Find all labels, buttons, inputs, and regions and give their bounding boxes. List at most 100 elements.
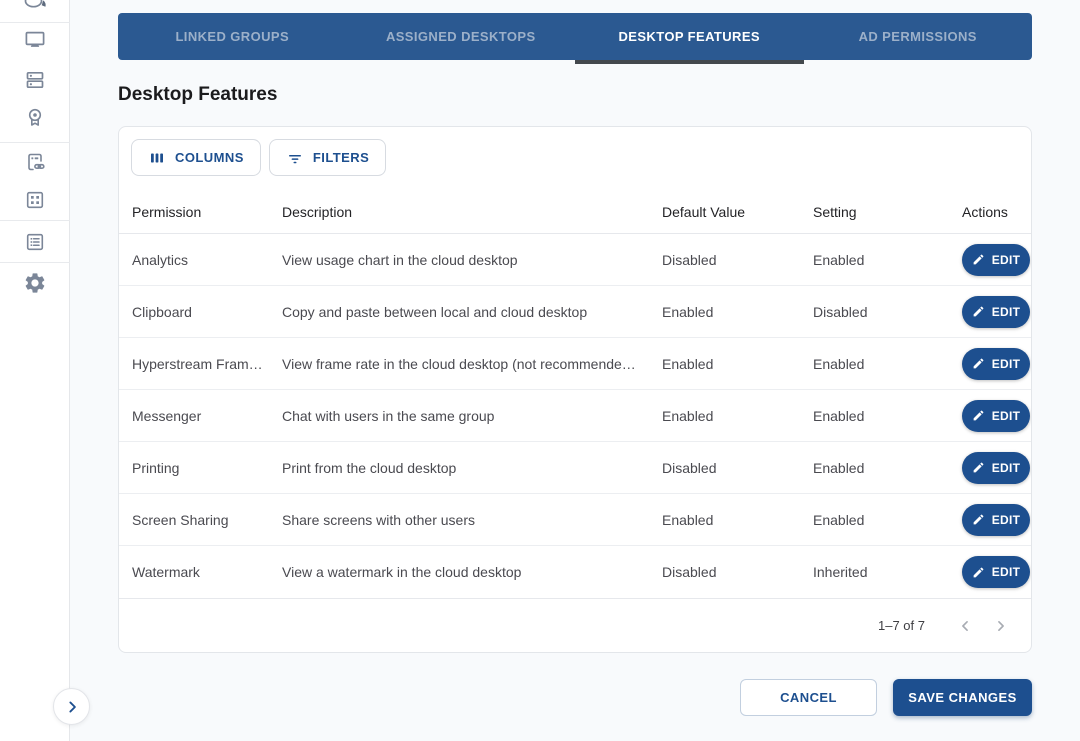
active-tab-indicator (575, 60, 804, 64)
table-row: Printing Print from the cloud desktop Di… (119, 442, 1031, 494)
cell-permission: Hyperstream Fram… (132, 356, 282, 372)
cell-permission: Printing (132, 460, 282, 476)
pencil-icon (972, 253, 985, 266)
tab-assigned-desktops[interactable]: ASSIGNED DESKTOPS (347, 13, 576, 60)
cell-setting: Inherited (813, 564, 962, 580)
cell-actions: EDIT (962, 296, 1031, 328)
list-icon[interactable] (23, 230, 47, 254)
column-header-permission[interactable]: Permission (132, 204, 282, 220)
cell-default-value: Disabled (662, 564, 813, 580)
cell-actions: EDIT (962, 452, 1031, 484)
pagination-prev-button[interactable] (947, 608, 983, 644)
cell-description: Print from the cloud desktop (282, 460, 662, 476)
filters-button[interactable]: FILTERS (269, 139, 386, 176)
edit-button-label: EDIT (992, 305, 1021, 319)
table-toolbar: COLUMNS FILTERS (119, 127, 1031, 190)
cell-description: Copy and paste between local and cloud d… (282, 304, 662, 320)
cell-setting: Enabled (813, 252, 962, 268)
table-row: Hyperstream Fram… View frame rate in the… (119, 338, 1031, 390)
cell-actions: EDIT (962, 400, 1031, 432)
footer-actions: CANCEL SAVE CHANGES (118, 679, 1032, 716)
sidebar-divider (0, 262, 70, 263)
columns-icon (148, 149, 166, 167)
cell-default-value: Disabled (662, 252, 813, 268)
tab-ad-permissions[interactable]: AD PERMISSIONS (804, 13, 1033, 60)
chevron-left-icon (955, 616, 975, 636)
cloud-icon[interactable] (23, 0, 47, 15)
edit-button-label: EDIT (992, 409, 1021, 423)
edit-button[interactable]: EDIT (962, 400, 1030, 432)
cell-actions: EDIT (962, 244, 1031, 276)
filter-icon (286, 149, 304, 167)
column-header-default-value[interactable]: Default Value (662, 204, 813, 220)
table-body: Analytics View usage chart in the cloud … (119, 234, 1031, 598)
table-row: Watermark View a watermark in the cloud … (119, 546, 1031, 598)
cell-description: View frame rate in the cloud desktop (no… (282, 356, 662, 372)
filters-button-label: FILTERS (313, 150, 369, 165)
sidebar-expand-button[interactable] (53, 688, 90, 725)
cell-description: View a watermark in the cloud desktop (282, 564, 662, 580)
table-header-row: Permission Description Default Value Set… (119, 190, 1031, 234)
settings-icon[interactable] (23, 271, 47, 295)
tab-linked-groups[interactable]: LINKED GROUPS (118, 13, 347, 60)
edit-button-label: EDIT (992, 461, 1021, 475)
grid-icon[interactable] (23, 188, 47, 212)
pagination-next-button[interactable] (983, 608, 1019, 644)
cell-description: Share screens with other users (282, 512, 662, 528)
cell-setting: Enabled (813, 460, 962, 476)
edit-button[interactable]: EDIT (962, 244, 1030, 276)
cell-setting: Enabled (813, 356, 962, 372)
edit-button[interactable]: EDIT (962, 348, 1030, 380)
columns-button[interactable]: COLUMNS (131, 139, 261, 176)
cell-setting: Enabled (813, 512, 962, 528)
table-row: Screen Sharing Share screens with other … (119, 494, 1031, 546)
table-row: Clipboard Copy and paste between local a… (119, 286, 1031, 338)
cell-description: View usage chart in the cloud desktop (282, 252, 662, 268)
cell-default-value: Enabled (662, 408, 813, 424)
column-header-description[interactable]: Description (282, 204, 662, 220)
pencil-icon (972, 409, 985, 422)
cell-permission: Watermark (132, 564, 282, 580)
edit-button-label: EDIT (992, 565, 1021, 579)
edit-button[interactable]: EDIT (962, 556, 1030, 588)
cell-permission: Analytics (132, 252, 282, 268)
cell-actions: EDIT (962, 348, 1031, 380)
desktop-icon[interactable] (23, 28, 47, 52)
table-pagination: 1–7 of 7 (119, 598, 1031, 652)
sidebar-divider (0, 22, 70, 23)
edit-button[interactable]: EDIT (962, 504, 1030, 536)
page-title: Desktop Features (118, 84, 1032, 106)
cell-default-value: Disabled (662, 460, 813, 476)
cell-permission: Clipboard (132, 304, 282, 320)
device-link-icon[interactable] (23, 150, 47, 174)
edit-button[interactable]: EDIT (962, 452, 1030, 484)
table-card: COLUMNS FILTERS Permission Description D… (118, 126, 1032, 653)
badge-icon[interactable] (23, 106, 47, 130)
cell-permission: Messenger (132, 408, 282, 424)
tab-desktop-features[interactable]: DESKTOP FEATURES (575, 13, 804, 60)
chevron-right-icon (62, 697, 82, 717)
sidebar (0, 0, 70, 741)
tab-bar: LINKED GROUPS ASSIGNED DESKTOPS DESKTOP … (118, 13, 1032, 60)
column-header-setting[interactable]: Setting (813, 204, 962, 220)
cell-setting: Enabled (813, 408, 962, 424)
main-content: LINKED GROUPS ASSIGNED DESKTOPS DESKTOP … (70, 0, 1080, 741)
pagination-range-label: 1–7 of 7 (878, 618, 925, 633)
save-changes-button[interactable]: SAVE CHANGES (893, 679, 1032, 716)
pencil-icon (972, 357, 985, 370)
cell-default-value: Enabled (662, 304, 813, 320)
table-row: Messenger Chat with users in the same gr… (119, 390, 1031, 442)
edit-button-label: EDIT (992, 513, 1021, 527)
cell-actions: EDIT (962, 504, 1031, 536)
edit-button-label: EDIT (992, 253, 1021, 267)
pencil-icon (972, 566, 985, 579)
cell-permission: Screen Sharing (132, 512, 282, 528)
edit-button-label: EDIT (992, 357, 1021, 371)
table-row: Analytics View usage chart in the cloud … (119, 234, 1031, 286)
edit-button[interactable]: EDIT (962, 296, 1030, 328)
server-rack-icon[interactable] (23, 68, 47, 92)
pencil-icon (972, 305, 985, 318)
sidebar-divider (0, 142, 70, 143)
cancel-button[interactable]: CANCEL (740, 679, 877, 716)
pencil-icon (972, 461, 985, 474)
